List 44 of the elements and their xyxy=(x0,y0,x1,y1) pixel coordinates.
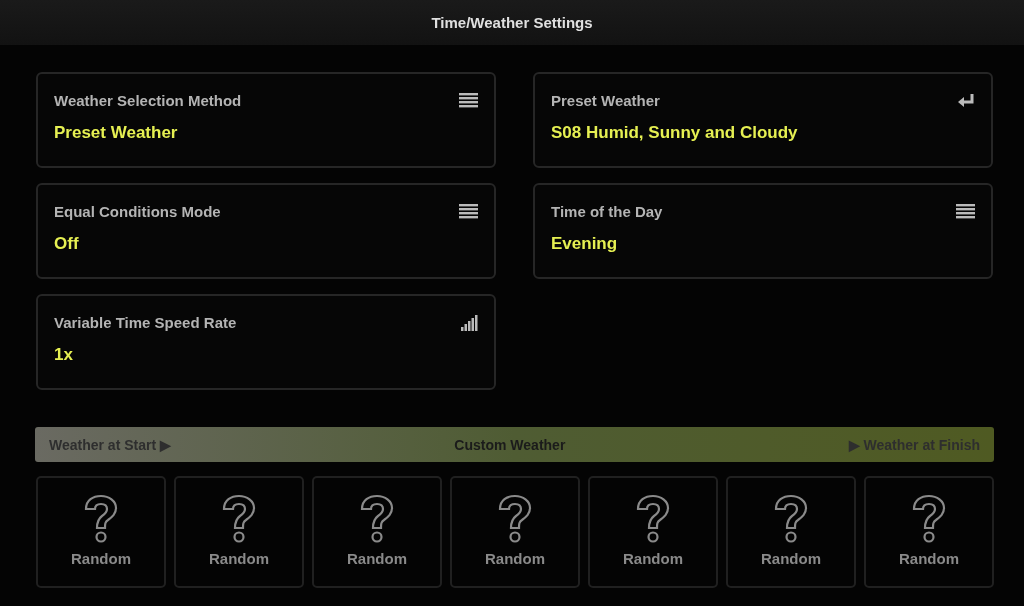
setting-card[interactable]: Weather Selection Method Preset Weather xyxy=(36,72,496,168)
setting-value: 1x xyxy=(54,345,74,365)
question-mark-icon xyxy=(635,494,671,544)
question-mark-icon xyxy=(773,494,809,544)
setting-label: Preset Weather xyxy=(551,92,660,109)
slot-label: Random xyxy=(761,550,821,567)
weather-slot[interactable]: Random xyxy=(864,476,994,588)
screen-title: Time/Weather Settings xyxy=(431,14,593,31)
enter-icon xyxy=(957,92,975,109)
question-mark-icon xyxy=(911,494,947,544)
setting-value: S08 Humid, Sunny and Cloudy xyxy=(551,123,799,143)
setting-card[interactable]: Preset Weather S08 Humid, Sunny and Cloudy xyxy=(533,72,993,168)
weather-slot[interactable]: Random xyxy=(36,476,166,588)
question-mark-icon xyxy=(359,494,395,544)
signal-bars-icon xyxy=(461,314,478,331)
weather-slot[interactable]: Random xyxy=(174,476,304,588)
slot-label: Random xyxy=(209,550,269,567)
slot-label: Random xyxy=(71,550,131,567)
slot-label: Random xyxy=(899,550,959,567)
slot-label: Random xyxy=(347,550,407,567)
setting-card[interactable]: Time of the Day Evening xyxy=(533,183,993,279)
setting-value: Off xyxy=(54,234,80,254)
menu-icon xyxy=(459,92,478,109)
question-mark-icon xyxy=(221,494,257,544)
setting-card[interactable]: Variable Time Speed Rate 1x xyxy=(36,294,496,390)
question-mark-icon xyxy=(497,494,533,544)
slot-label: Random xyxy=(485,550,545,567)
weather-slot[interactable]: Random xyxy=(588,476,718,588)
question-mark-icon xyxy=(83,494,119,544)
setting-value: Evening xyxy=(551,234,619,254)
setting-card[interactable]: Equal Conditions Mode Off xyxy=(36,183,496,279)
menu-icon xyxy=(956,203,975,220)
setting-label: Time of the Day xyxy=(551,203,663,220)
setting-label: Variable Time Speed Rate xyxy=(54,314,237,331)
start-label: Weather at Start ▶ xyxy=(49,436,171,453)
weather-slot[interactable]: Random xyxy=(450,476,580,588)
setting-value: Preset Weather xyxy=(54,123,179,143)
setting-label: Weather Selection Method xyxy=(54,92,242,109)
weather-slot[interactable]: Random xyxy=(726,476,856,588)
weather-slot[interactable]: Random xyxy=(312,476,442,588)
bar-title: Custom Weather xyxy=(454,436,566,453)
setting-label: Equal Conditions Mode xyxy=(54,203,221,220)
slot-label: Random xyxy=(623,550,683,567)
menu-icon xyxy=(459,203,478,220)
